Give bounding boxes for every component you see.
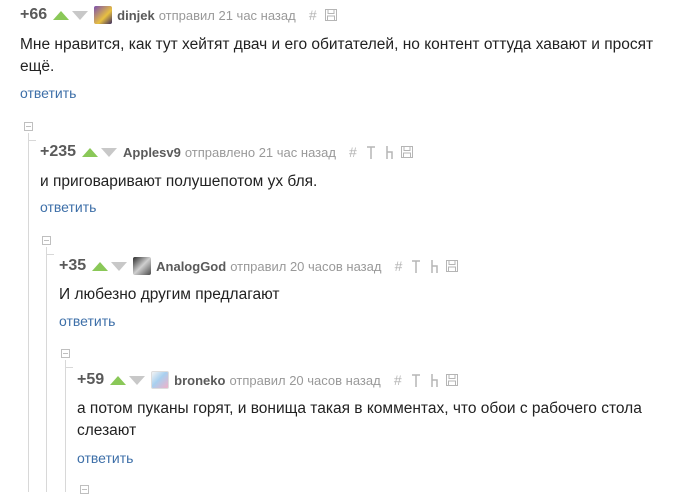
thread-line xyxy=(65,360,66,492)
comment-timestamp[interactable]: отправлено 21 час назад xyxy=(185,145,336,160)
save-icon[interactable] xyxy=(400,144,414,160)
reply-link[interactable]: ответить xyxy=(59,313,115,329)
save-icon[interactable] xyxy=(445,258,459,274)
vote-up-icon[interactable] xyxy=(82,147,99,157)
author-name[interactable]: AnalogGod xyxy=(156,259,226,274)
thread-line xyxy=(46,247,47,492)
branch-up-icon[interactable] xyxy=(409,372,423,388)
comment-header: +59 broneko отправил 20 часов назад # xyxy=(77,370,463,390)
parent-icon[interactable] xyxy=(427,372,441,388)
comment-rating: +66 xyxy=(20,6,48,23)
comment-text: и приговаривают полушепотом ух бля. xyxy=(40,173,318,190)
comment-rating: +35 xyxy=(59,257,87,274)
thread-line xyxy=(28,133,29,492)
comment-header: +66 dinjek отправил 21 час назад # xyxy=(20,5,342,25)
avatar[interactable] xyxy=(133,257,152,275)
comment-text: а потом пуканы горят, и вонища такая в к… xyxy=(77,400,642,439)
branch-up-icon[interactable] xyxy=(409,258,423,274)
comment-rating: +59 xyxy=(77,371,105,388)
parent-icon[interactable] xyxy=(382,144,396,160)
vote-up-icon[interactable] xyxy=(53,10,70,20)
vote-down-icon[interactable] xyxy=(72,11,89,20)
comment-timestamp[interactable]: отправил 20 часов назад xyxy=(229,373,380,388)
author-name[interactable]: broneko xyxy=(174,373,225,388)
author-name[interactable]: dinjek xyxy=(117,8,155,23)
collapse-toggle-icon[interactable] xyxy=(61,349,70,358)
thread-branch xyxy=(65,367,73,368)
hash-icon[interactable]: # xyxy=(306,7,320,23)
comment-header: +235 Applesv9 отправлено 21 час назад # xyxy=(40,142,418,162)
comment-header: +35 AnalogGod отправил 20 часов назад # xyxy=(59,256,463,276)
thread-branch xyxy=(28,140,36,141)
vote-up-icon[interactable] xyxy=(92,261,109,271)
save-icon[interactable] xyxy=(324,7,338,23)
hash-icon[interactable]: # xyxy=(346,144,360,160)
collapse-toggle-icon[interactable] xyxy=(80,485,89,494)
vote-down-icon[interactable] xyxy=(129,376,146,385)
collapse-toggle-icon[interactable] xyxy=(42,236,51,245)
comment-timestamp[interactable]: отправил 21 час назад xyxy=(159,8,296,23)
vote-up-icon[interactable] xyxy=(110,375,127,385)
reply-link[interactable]: ответить xyxy=(40,199,96,215)
reply-link[interactable]: ответить xyxy=(77,450,133,466)
comment-rating: +235 xyxy=(40,143,77,160)
reply-link[interactable]: ответить xyxy=(20,85,76,101)
comment-timestamp[interactable]: отправил 20 часов назад xyxy=(230,259,381,274)
parent-icon[interactable] xyxy=(427,258,441,274)
vote-down-icon[interactable] xyxy=(111,262,128,271)
avatar[interactable] xyxy=(94,6,113,24)
branch-up-icon[interactable] xyxy=(364,144,378,160)
hash-icon[interactable]: # xyxy=(391,258,405,274)
avatar[interactable] xyxy=(151,371,170,389)
save-icon[interactable] xyxy=(445,372,459,388)
thread-branch xyxy=(46,254,54,255)
comment-text: Мне нравится, как тут хейтят двач и его … xyxy=(20,36,654,75)
collapse-toggle-icon[interactable] xyxy=(24,122,33,131)
vote-down-icon[interactable] xyxy=(101,148,118,157)
comment-text: И любезно другим предлагают xyxy=(59,286,280,303)
author-name[interactable]: Applesv9 xyxy=(123,145,181,160)
hash-icon[interactable]: # xyxy=(391,372,405,388)
